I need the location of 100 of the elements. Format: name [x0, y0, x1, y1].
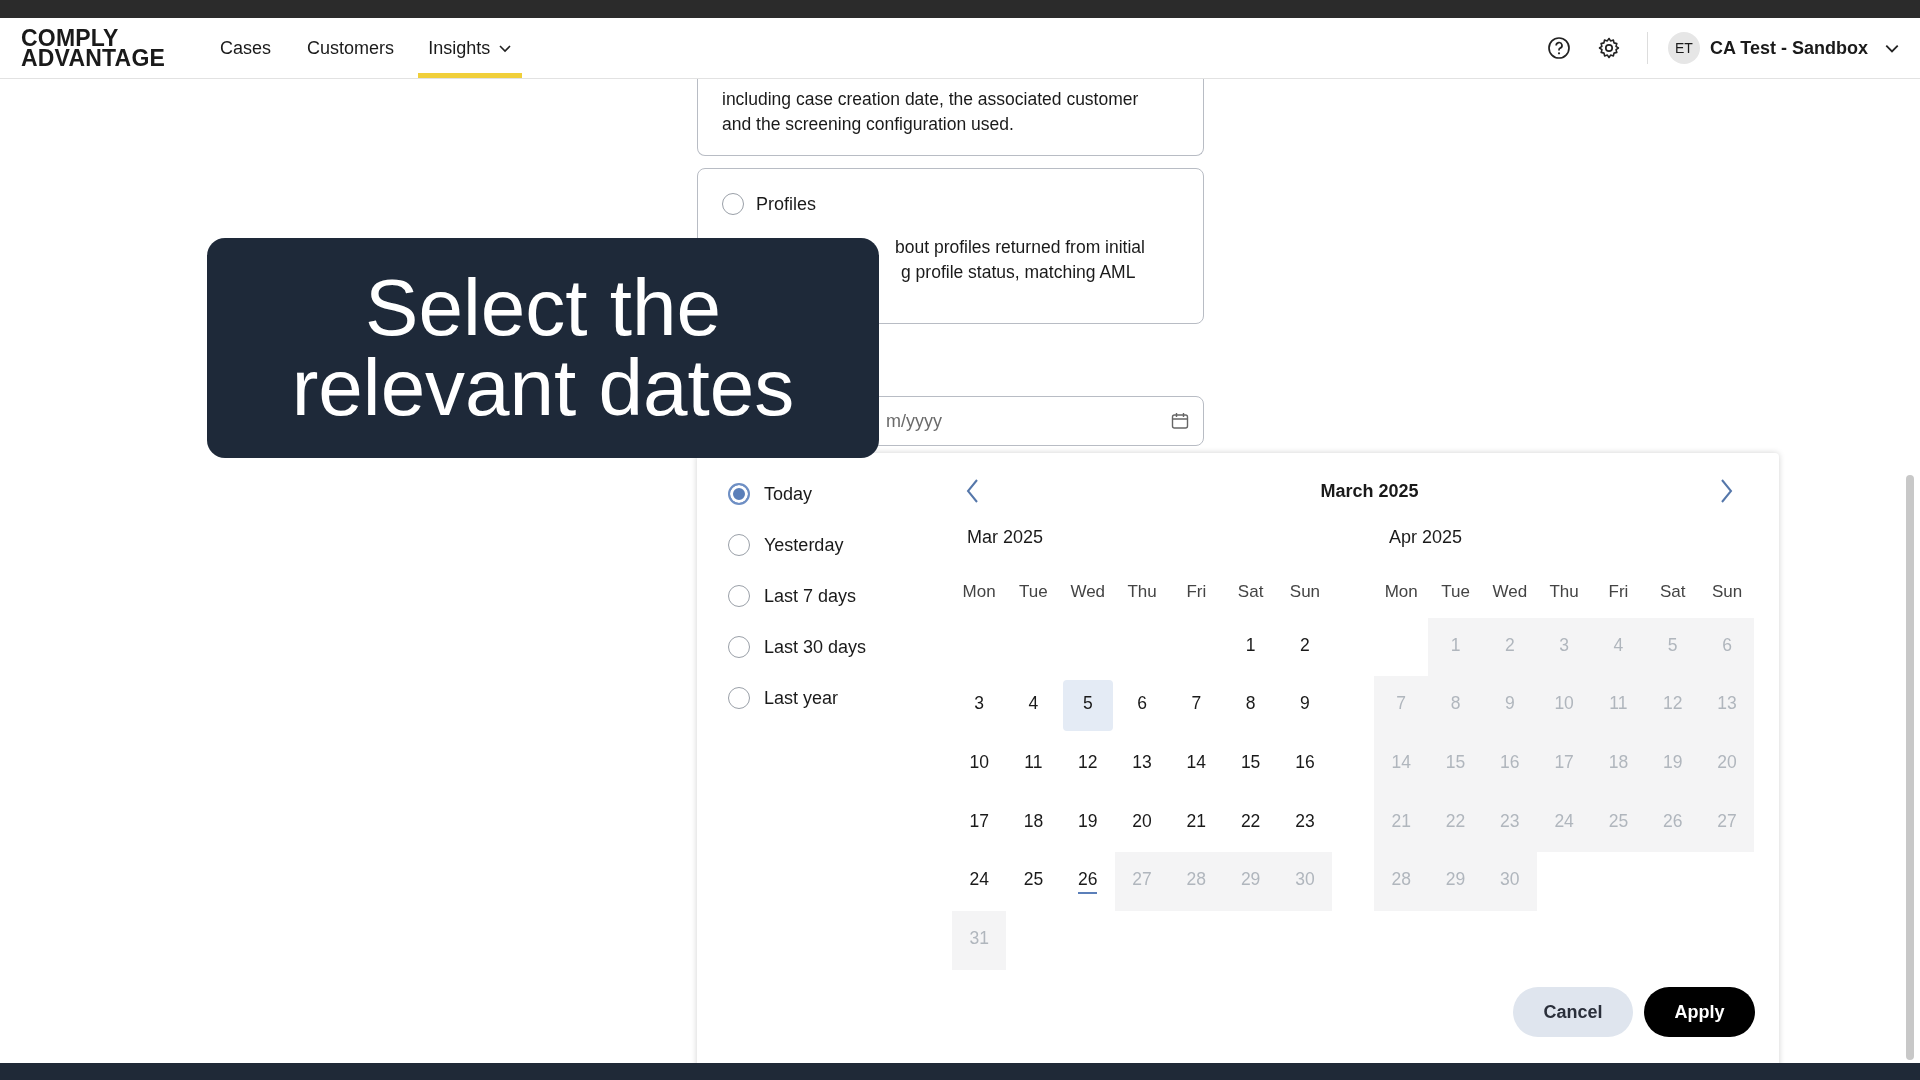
calendar-day[interactable]: 23: [1277, 793, 1333, 853]
preset-label: Yesterday: [764, 534, 844, 556]
preset-option[interactable]: Last 7 days: [728, 585, 952, 607]
calendar-day[interactable]: 22: [1223, 793, 1278, 853]
radio-button[interactable]: [728, 483, 750, 505]
radio-button[interactable]: [728, 687, 750, 709]
calendar-day[interactable]: 24: [952, 852, 1007, 912]
description-text: g profile status, matching AML: [901, 261, 1137, 284]
weekday-label: Sun: [1710, 581, 1744, 603]
radio-button[interactable]: [728, 585, 750, 607]
calendar-day[interactable]: 8: [1223, 676, 1278, 736]
calendar-day: 8: [1428, 676, 1483, 736]
calendar-day[interactable]: 1: [1223, 617, 1278, 677]
calendar-day: 9: [1482, 676, 1537, 736]
preset-option[interactable]: Yesterday: [728, 534, 952, 556]
preset-label: Last year: [764, 687, 839, 709]
nav-tab[interactable]: Customers: [295, 18, 407, 78]
weekday-label: Thu: [1548, 581, 1580, 603]
radio-button[interactable]: [728, 636, 750, 658]
logo[interactable]: COMPLY ADVANTAGE: [21, 28, 166, 68]
calendar-day[interactable]: 5: [1062, 680, 1113, 732]
calendar-day[interactable]: 6: [1114, 676, 1170, 736]
calendar-day: 24: [1536, 793, 1592, 853]
calendar-day: 2: [1482, 617, 1537, 677]
calendar-day[interactable]: 15: [1223, 735, 1278, 794]
calendar-day: 30: [1482, 852, 1537, 912]
calendar-day[interactable]: 3: [952, 676, 1007, 736]
calendar-day[interactable]: 11: [1006, 735, 1061, 794]
calendar-day: 1: [1428, 617, 1483, 677]
calendar-day[interactable]: 14: [1169, 735, 1224, 794]
calendar-day: 22: [1428, 793, 1483, 853]
calendar-day: 4: [1591, 617, 1646, 677]
calendar-day[interactable]: 13: [1114, 735, 1170, 794]
calendar-icon: [1170, 411, 1190, 431]
calendar-day: 29: [1223, 852, 1278, 912]
calendar-day[interactable]: 2: [1277, 617, 1333, 677]
preset-label: Last 30 days: [764, 636, 867, 658]
calendar-day[interactable]: 26: [1060, 852, 1115, 912]
calendar-day: 13: [1699, 676, 1755, 736]
settings-icon[interactable]: [1597, 36, 1621, 60]
description-text: including case creation date, the associated customer: [722, 88, 1140, 111]
nav-tab[interactable]: Insights: [418, 18, 523, 78]
calendar-day: 25: [1591, 793, 1646, 853]
calendar-day[interactable]: 4: [1006, 676, 1061, 736]
calendar-title: March 2025: [1320, 480, 1419, 502]
calendar-day[interactable]: 10: [952, 735, 1007, 794]
weekday-label: Tue: [1440, 581, 1471, 603]
calendar-day: 16: [1482, 735, 1537, 794]
weekday-label: Mon: [1383, 581, 1419, 603]
calendar-day[interactable]: 7: [1169, 676, 1224, 736]
calendar-day: 21: [1374, 793, 1429, 853]
calendar-day: 15: [1428, 735, 1483, 794]
calendar-day: 30: [1277, 852, 1333, 912]
preset-label: Today: [764, 483, 813, 505]
preset-option[interactable]: Last 30 days: [728, 636, 952, 658]
calendar-day: 31: [952, 911, 1007, 970]
preset-option[interactable]: Last year: [728, 687, 952, 709]
preset-label: Last 7 days: [764, 585, 857, 607]
weekday-label: Sat: [1658, 581, 1687, 603]
calendar-day: 26: [1645, 793, 1700, 853]
calendar-day[interactable]: 9: [1277, 676, 1333, 736]
description-text: bout profiles returned from initial: [895, 236, 1146, 259]
month-label: Apr 2025: [1388, 526, 1464, 549]
calendar-day: 11: [1591, 676, 1646, 736]
report-type-label: Profiles: [756, 193, 817, 215]
calendar-day: 27: [1699, 793, 1755, 853]
calendar-day: 7: [1374, 676, 1429, 736]
radio-button[interactable]: [722, 193, 744, 215]
account-name[interactable]: CA Test - Sandbox: [1710, 37, 1868, 59]
calendar-day: 29: [1428, 852, 1483, 912]
user-avatar[interactable]: ET: [1668, 32, 1700, 64]
nav-tab[interactable]: Cases: [208, 18, 284, 78]
weekday-label: Fri: [1607, 581, 1630, 603]
weekday-label: Sat: [1236, 581, 1265, 603]
calendar-day: 17: [1536, 735, 1592, 794]
calendar-day: 19: [1645, 735, 1700, 794]
calendar-day[interactable]: 18: [1006, 793, 1061, 853]
action-button[interactable]: Cancel: [1513, 987, 1633, 1037]
calendar-day[interactable]: 25: [1006, 852, 1061, 912]
calendar-day[interactable]: 17: [952, 793, 1007, 853]
calendar-day: 27: [1114, 852, 1170, 912]
calendar-day: 28: [1169, 852, 1224, 912]
help-icon[interactable]: [1547, 36, 1571, 60]
month-label: Mar 2025: [966, 526, 1045, 549]
calendar-day[interactable]: 19: [1060, 793, 1115, 853]
calendar-day: 5: [1645, 617, 1700, 677]
calendar-day[interactable]: 20: [1114, 793, 1170, 853]
weekday-label: Tue: [1018, 581, 1049, 603]
caption-overlay: Select the relevant dates: [207, 238, 879, 458]
preset-option[interactable]: Today: [728, 483, 952, 505]
description-text: and the screening configuration used.: [722, 113, 1015, 136]
radio-button[interactable]: [728, 534, 750, 556]
calendar-day[interactable]: 16: [1277, 735, 1333, 794]
weekday-label: Wed: [1069, 581, 1107, 603]
calendar-day[interactable]: 21: [1169, 793, 1224, 853]
calendar-day[interactable]: 12: [1060, 735, 1115, 794]
action-button[interactable]: Apply: [1644, 987, 1755, 1037]
weekday-label: Wed: [1491, 581, 1529, 603]
calendar-day: 28: [1374, 852, 1429, 912]
scrollbar[interactable]: [1906, 475, 1914, 1060]
